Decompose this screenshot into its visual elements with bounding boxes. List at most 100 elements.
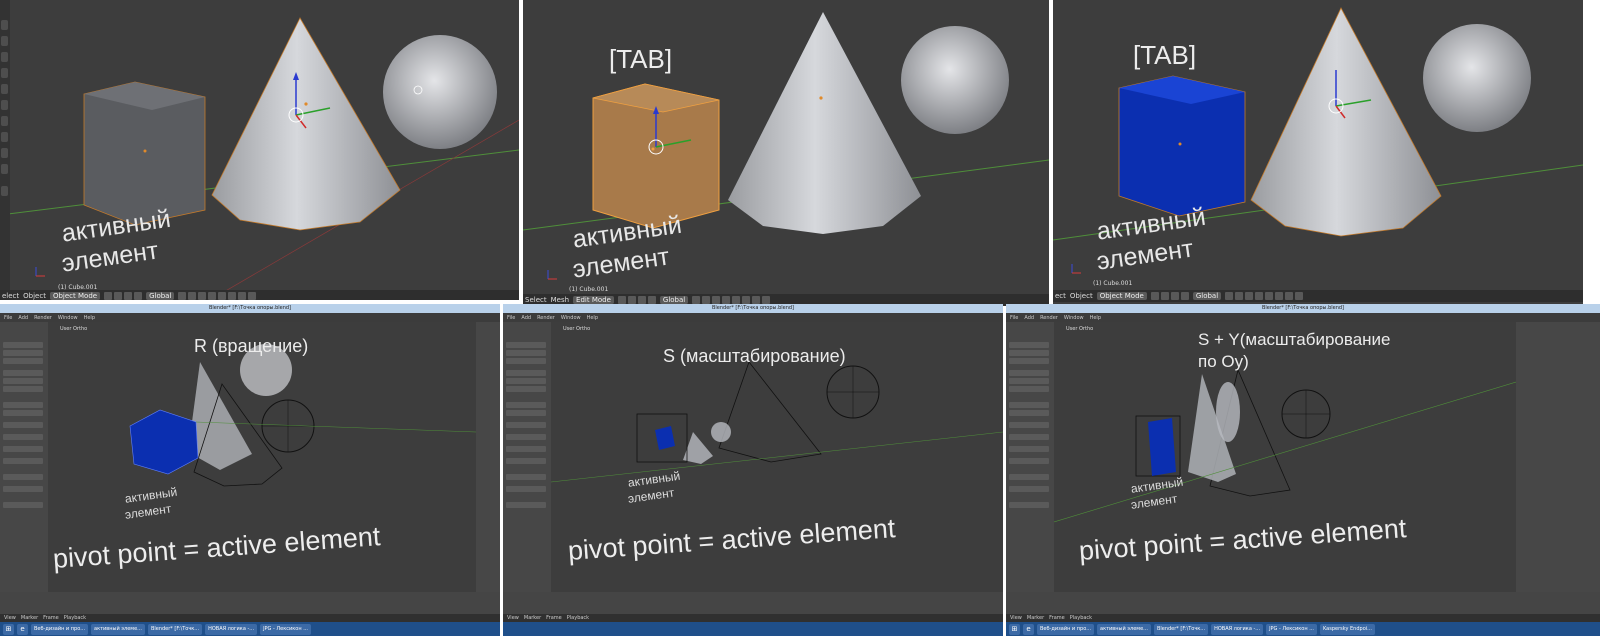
properties-panel[interactable] — [476, 322, 500, 592]
menu-file[interactable]: File — [507, 315, 515, 321]
ie-icon[interactable]: e — [1023, 623, 1034, 635]
operation-label: R (вращение) — [194, 336, 309, 356]
3d-viewport[interactable]: User Ortho S + Y(масштабирование по Oy) … — [1054, 322, 1516, 592]
object-name: (1) Cube.001 — [1093, 280, 1133, 287]
menu-file[interactable]: File — [4, 315, 12, 321]
windows-taskbar: ⊞ e Веб-дизайн и про... активный элеме..… — [1006, 622, 1600, 636]
object-menu[interactable]: Object — [23, 292, 46, 300]
menu-help[interactable]: Help — [84, 315, 95, 321]
axis-indicator-icon — [547, 270, 557, 280]
object-menu[interactable]: Object — [1070, 292, 1093, 300]
menu-help[interactable]: Help — [587, 315, 598, 321]
mode-selector[interactable]: Object Mode — [1096, 292, 1147, 300]
taskbar-item[interactable]: активный элеме... — [1097, 623, 1151, 635]
viewport-object-mode[interactable]: активный элемент (1) Cube.001 elect Obje… — [0, 0, 519, 300]
taskbar-item[interactable]: активный элеме... — [91, 623, 145, 635]
orientation-selector[interactable]: Global — [146, 292, 175, 300]
menu-bar: File Add Render Window Help — [1006, 313, 1600, 322]
timeline[interactable] — [0, 592, 500, 614]
menu-render[interactable]: Render — [537, 315, 555, 321]
timeline[interactable] — [503, 592, 1003, 614]
orientation-selector[interactable]: Global — [659, 296, 689, 304]
mode-selector[interactable]: Edit Mode — [573, 296, 614, 304]
tool-shelf[interactable] — [0, 322, 48, 592]
layers-icon[interactable] — [1225, 292, 1304, 300]
taskbar-item[interactable]: Blender* [F:\Точк... — [1153, 623, 1209, 635]
object-name: (1) Cube.001 — [569, 286, 609, 293]
menu-help[interactable]: Help — [1090, 315, 1101, 321]
taskbar-item[interactable]: Kaspersky Endpoi... — [1319, 623, 1375, 635]
tool-shelf[interactable] — [1006, 322, 1054, 592]
timeline-view-menu[interactable]: View — [507, 615, 519, 621]
timeline-marker-menu[interactable]: Marker — [21, 615, 38, 621]
viewport-object-mode-active[interactable]: [TAB] активный элемент (1) Cube.001 ect … — [1053, 0, 1583, 306]
timeline-playback-menu[interactable]: Playback — [64, 615, 86, 621]
windows-taskbar — [503, 622, 1003, 636]
window-title: Blender* [F:\Точка опоры.blend] — [503, 304, 1003, 313]
timeline-frame-menu[interactable]: Frame — [43, 615, 59, 621]
windows-start-icon[interactable]: ⊞ — [1009, 623, 1020, 635]
viewport-edit-mode[interactable]: [TAB] активный элемент (1) Cube.001 Sele… — [523, 0, 1049, 306]
view-label: User Ortho — [1066, 326, 1094, 332]
timeline-header: View Marker Frame Playback — [503, 614, 1003, 622]
axis-indicator-icon — [1071, 264, 1081, 274]
timeline-view-menu[interactable]: View — [4, 615, 16, 621]
window-title: Blender* [F:\Точка опоры.blend] — [1006, 304, 1600, 313]
taskbar-item[interactable]: Веб-дизайн и про... — [31, 623, 89, 635]
menu-file[interactable]: File — [1010, 315, 1018, 321]
tab-key-label: [TAB] — [609, 44, 673, 74]
menu-window[interactable]: Window — [58, 315, 78, 321]
taskbar-item[interactable]: Веб-дизайн и про... — [1037, 623, 1095, 635]
tool-shelf[interactable] — [503, 322, 551, 592]
3d-viewport[interactable]: User Ortho S (масштабирование) активный … — [551, 322, 1003, 592]
taskbar-item[interactable]: НОВАЯ логика -... — [1211, 623, 1264, 635]
timeline-marker-menu[interactable]: Marker — [524, 615, 541, 621]
view-label: User Ortho — [563, 326, 591, 332]
menu-window[interactable]: Window — [1064, 315, 1084, 321]
blender-window-scale-y: Blender* [F:\Точка опоры.blend] File Add… — [1006, 304, 1600, 636]
viewport-shading-icon[interactable] — [617, 296, 656, 304]
viewport-shading-icon[interactable] — [104, 292, 143, 300]
timeline-playback-menu[interactable]: Playback — [1070, 615, 1092, 621]
viewport-header: elect Object Object Mode Global — [0, 290, 519, 300]
mode-selector[interactable]: Object Mode — [49, 292, 101, 300]
timeline-view-menu[interactable]: View — [1010, 615, 1022, 621]
blender-window-scale: Blender* [F:\Точка опоры.blend] File Add… — [503, 304, 1003, 636]
timeline-frame-menu[interactable]: Frame — [1049, 615, 1065, 621]
select-menu[interactable]: Select — [525, 296, 547, 304]
operation-label-line2: по Oy) — [1198, 352, 1249, 371]
select-menu[interactable]: ect — [1055, 292, 1066, 300]
menu-render[interactable]: Render — [1040, 315, 1058, 321]
select-menu[interactable]: elect — [2, 292, 19, 300]
timeline-playback-menu[interactable]: Playback — [567, 615, 589, 621]
operation-label: S (масштабирование) — [663, 346, 846, 366]
viewport-header: ect Object Object Mode Global — [1053, 290, 1583, 302]
taskbar-item[interactable]: JPG - Лексикон ... — [1266, 623, 1317, 635]
menu-render[interactable]: Render — [34, 315, 52, 321]
timeline[interactable] — [1006, 592, 1600, 614]
tool-shelf-strip[interactable] — [0, 0, 10, 300]
viewport-shading-icon[interactable] — [1150, 292, 1189, 300]
window-title: Blender* [F:\Точка опоры.blend] — [0, 304, 500, 313]
3d-viewport[interactable]: User Ortho R (вращение) активный элемент… — [48, 322, 476, 592]
tab-key-label: [TAB] — [1133, 40, 1197, 70]
properties-panel[interactable] — [1516, 322, 1600, 592]
ie-icon[interactable]: e — [17, 623, 28, 635]
taskbar-item[interactable]: Blender* [F:\Точк... — [147, 623, 203, 635]
menu-window[interactable]: Window — [561, 315, 581, 321]
blender-window-rotate: Blender* [F:\Точка опоры.blend] File Add… — [0, 304, 500, 636]
menu-add[interactable]: Add — [18, 315, 28, 321]
timeline-marker-menu[interactable]: Marker — [1027, 615, 1044, 621]
timeline-header: View Marker Frame Playback — [1006, 614, 1600, 622]
menu-add[interactable]: Add — [521, 315, 531, 321]
menu-add[interactable]: Add — [1024, 315, 1034, 321]
taskbar-item[interactable]: НОВАЯ логика -... — [205, 623, 258, 635]
mesh-menu[interactable]: Mesh — [551, 296, 569, 304]
orientation-selector[interactable]: Global — [1192, 292, 1222, 300]
layers-icon[interactable] — [692, 296, 771, 304]
timeline-header: View Marker Frame Playback — [0, 614, 500, 622]
windows-start-icon[interactable]: ⊞ — [3, 623, 14, 635]
timeline-frame-menu[interactable]: Frame — [546, 615, 562, 621]
layers-icon[interactable] — [178, 292, 257, 300]
taskbar-item[interactable]: JPG - Лексикон ... — [260, 623, 311, 635]
